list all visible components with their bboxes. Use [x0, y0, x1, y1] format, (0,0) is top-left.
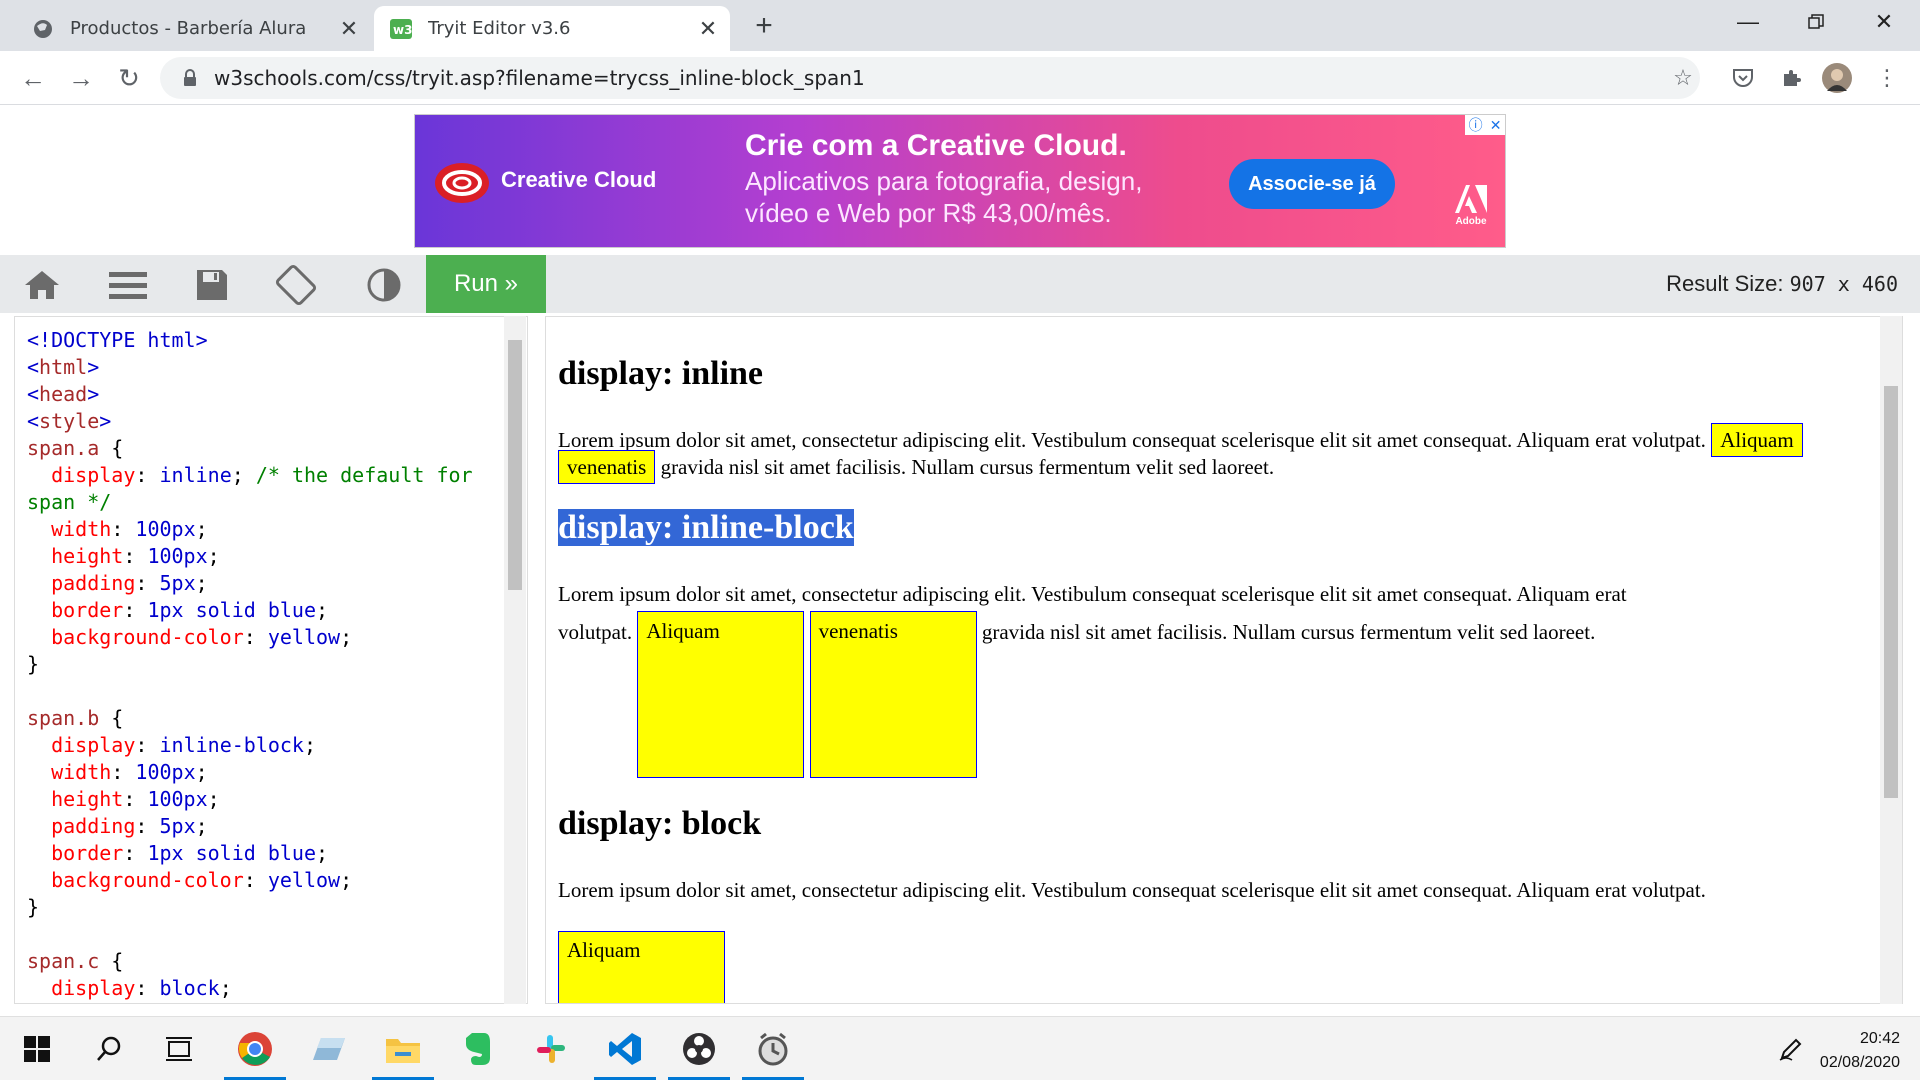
- heading-block: display: block: [558, 805, 762, 842]
- save-icon[interactable]: [190, 265, 234, 305]
- result-size-label: Result Size:: [1666, 271, 1784, 296]
- globe-icon: [32, 18, 54, 40]
- chrome-icon[interactable]: [218, 1017, 292, 1080]
- paragraph-block: Lorem ipsum dolor sit amet, consectetur …: [558, 878, 1706, 902]
- lorem-text: Lorem ipsum dolor sit amet, consectetur …: [558, 428, 1706, 452]
- app-icon[interactable]: [292, 1017, 366, 1080]
- ad-brand: Creative Cloud: [501, 167, 657, 192]
- tail-text: gravida nisl sit amet facilisis. Nullam …: [981, 620, 1596, 644]
- tab-title: Productos - Barbería Alura: [70, 18, 307, 39]
- span-b-venenatis: venenatis: [809, 611, 977, 778]
- ad-subline: Aplicativos para fotografia, design, víd…: [745, 166, 1143, 228]
- forward-icon[interactable]: →: [64, 61, 98, 95]
- obs-icon[interactable]: [662, 1017, 736, 1080]
- paragraph-inline: Lorem ipsum dolor sit amet, consectetur …: [558, 423, 1848, 484]
- restore-icon[interactable]: [1786, 4, 1846, 40]
- pen-icon[interactable]: [1754, 1017, 1828, 1080]
- minimize-icon[interactable]: —: [1718, 4, 1778, 40]
- tab-tryit[interactable]: w3 Tryit Editor v3.6 ✕: [374, 6, 730, 51]
- tryit-toolbar: Run » Result Size: 907 x 460: [0, 255, 1920, 313]
- reload-icon[interactable]: ↻: [112, 61, 146, 95]
- span-c-aliquam: Aliquam: [558, 931, 725, 1003]
- adobe-logo-text: Adobe: [1455, 216, 1487, 227]
- tab-bar: Productos - Barbería Alura ✕ w3 Tryit Ed…: [0, 0, 1920, 51]
- paragraph-inline-block-line2: volutpat. Aliquam venenatis gravida nisl…: [558, 611, 1595, 778]
- heading-selection: display: inline-block: [558, 509, 854, 546]
- clock-date: 02/08/2020: [1819, 1054, 1900, 1071]
- search-icon[interactable]: [72, 1017, 146, 1080]
- slack-icon[interactable]: [514, 1017, 588, 1080]
- result-scrollbar-thumb[interactable]: [1884, 386, 1898, 798]
- lorem-end-text: volutpat.: [558, 620, 633, 644]
- w3schools-icon: w3: [390, 18, 412, 40]
- ad-banner[interactable]: Creative Cloud Crie com a Creative Cloud…: [414, 114, 1506, 248]
- ad-choices-icon[interactable]: ⓘ ✕: [1465, 115, 1505, 135]
- window-close-icon[interactable]: ✕: [1854, 4, 1914, 40]
- taskbar: 20:42 02/08/2020: [0, 1016, 1920, 1080]
- home-icon[interactable]: [20, 265, 64, 305]
- result-size-value: 907 x 460: [1789, 272, 1898, 296]
- close-icon[interactable]: ✕: [694, 15, 722, 43]
- lock-icon: [180, 68, 200, 88]
- contrast-icon[interactable]: [362, 265, 406, 305]
- clock-app-icon[interactable]: [736, 1017, 810, 1080]
- back-icon[interactable]: ←: [16, 61, 50, 95]
- result-size: Result Size: 907 x 460: [1666, 271, 1898, 297]
- evernote-icon[interactable]: [440, 1017, 514, 1080]
- file-explorer-icon[interactable]: [366, 1017, 440, 1080]
- ad-headline: Crie com a Creative Cloud.: [745, 129, 1127, 162]
- span-b-aliquam: Aliquam: [637, 611, 805, 778]
- pocket-icon[interactable]: [1728, 63, 1758, 93]
- url-text: w3schools.com/css/tryit.asp?filename=try…: [214, 66, 865, 90]
- code-scrollbar-thumb[interactable]: [508, 340, 522, 590]
- menu-dots-icon[interactable]: ⋮: [1872, 63, 1902, 93]
- creative-cloud-logo-icon: [433, 159, 491, 207]
- ad-cta-button[interactable]: Associe-se já: [1229, 159, 1395, 209]
- menu-icon[interactable]: [106, 265, 150, 305]
- tab-productos[interactable]: Productos - Barbería Alura ✕: [16, 6, 371, 51]
- tail-text: gravida nisl sit amet facilisis. Nullam …: [660, 455, 1275, 479]
- result-pane: display: inline Lorem ipsum dolor sit am…: [545, 316, 1903, 1004]
- extensions-icon[interactable]: [1776, 63, 1806, 93]
- span-a-venenatis: venenatis: [558, 450, 656, 484]
- svg-text:w3: w3: [393, 23, 412, 37]
- address-bar[interactable]: w3schools.com/css/tryit.asp?filename=try…: [160, 57, 1700, 99]
- star-icon[interactable]: ☆: [1668, 63, 1698, 93]
- new-tab-button[interactable]: +: [748, 9, 780, 42]
- heading-inline: display: inline: [558, 355, 764, 392]
- windows-start-icon[interactable]: [0, 1017, 74, 1080]
- tab-title: Tryit Editor v3.6: [428, 18, 571, 39]
- adobe-logo-icon: Adobe: [1451, 185, 1491, 227]
- task-view-icon[interactable]: [142, 1017, 216, 1080]
- close-icon[interactable]: ✕: [335, 15, 363, 43]
- paragraph-inline-block-line1: Lorem ipsum dolor sit amet, consectetur …: [558, 582, 1627, 606]
- run-button[interactable]: Run »: [426, 255, 546, 313]
- vscode-icon[interactable]: [588, 1017, 662, 1080]
- avatar[interactable]: [1822, 63, 1852, 93]
- rotate-icon[interactable]: [274, 264, 318, 306]
- span-a-aliquam: Aliquam: [1711, 423, 1803, 457]
- code-text[interactable]: <!DOCTYPE html> <html> <head> <style> sp…: [27, 327, 473, 1002]
- heading-inline-block: display: inline-block: [558, 509, 854, 547]
- browser-toolbar: ← → ↻ w3schools.com/css/tryit.asp?filena…: [0, 51, 1920, 105]
- clock-time: 20:42: [1859, 1030, 1900, 1047]
- code-editor[interactable]: <!DOCTYPE html> <html> <head> <style> sp…: [14, 316, 528, 1004]
- system-clock[interactable]: 20:42 02/08/2020: [1820, 1027, 1900, 1075]
